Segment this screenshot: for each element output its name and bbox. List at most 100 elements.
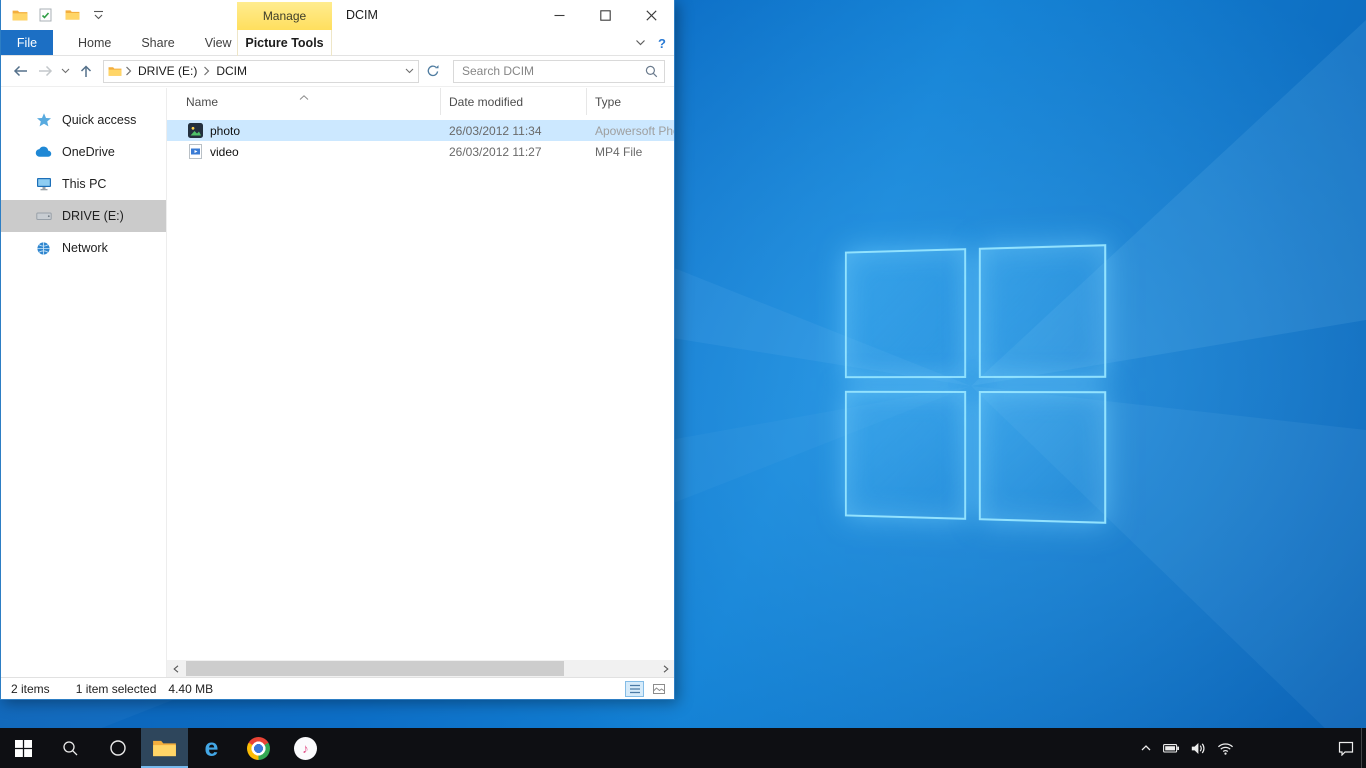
search-input[interactable]: [462, 64, 645, 78]
address-dropdown-icon[interactable]: [400, 68, 418, 74]
music-note: ♪: [302, 741, 309, 756]
breadcrumb-dcim[interactable]: DCIM: [210, 64, 253, 78]
ribbon-right-controls: ?: [635, 30, 666, 56]
sidebar-item-network[interactable]: Network: [1, 232, 166, 264]
sidebar-item-this-pc[interactable]: This PC: [1, 168, 166, 200]
chrome-circle: [247, 737, 270, 760]
new-folder-icon[interactable]: [63, 4, 81, 26]
sort-ascending-icon: [299, 89, 309, 103]
itunes-icon[interactable]: ♪: [282, 728, 329, 768]
up-button[interactable]: [73, 58, 98, 84]
monitor-icon: [35, 176, 52, 193]
tab-picture-tools[interactable]: Picture Tools: [237, 30, 332, 56]
sidebar-item-onedrive[interactable]: OneDrive: [1, 136, 166, 168]
action-center-icon[interactable]: [1338, 728, 1354, 768]
help-icon[interactable]: ?: [658, 36, 666, 51]
volume-icon[interactable]: [1191, 742, 1206, 755]
video-file-icon: [187, 144, 203, 160]
back-button[interactable]: [8, 58, 33, 84]
show-desktop-button[interactable]: [1361, 728, 1366, 768]
battery-icon[interactable]: [1163, 743, 1180, 754]
sidebar-item-drive-e[interactable]: DRIVE (E:): [1, 200, 166, 232]
customize-quick-access-icon[interactable]: [89, 4, 107, 26]
selection-size: 4.40 MB: [168, 682, 213, 696]
address-bar[interactable]: DRIVE (E:) DCIM: [103, 60, 419, 83]
close-button[interactable]: [628, 0, 674, 30]
title-bar[interactable]: Manage DCIM: [1, 0, 674, 30]
system-tray: [1140, 728, 1234, 768]
ie-letter: e: [205, 736, 219, 761]
manage-label: Manage: [263, 9, 306, 23]
sidebar-item-label: Network: [62, 241, 108, 255]
properties-icon[interactable]: [37, 4, 55, 26]
sidebar-item-label: OneDrive: [62, 145, 115, 159]
breadcrumb-separator-icon: [122, 66, 132, 76]
file-list-area: Name Date modified Type photo: [167, 88, 674, 677]
maximize-button[interactable]: [582, 0, 628, 30]
window-controls: [536, 0, 674, 30]
address-folder-icon: [104, 66, 122, 77]
wifi-icon[interactable]: [1217, 742, 1234, 755]
chrome-icon[interactable]: [235, 728, 282, 768]
search-icon[interactable]: [645, 65, 658, 78]
explorer-folder-icon[interactable]: [11, 4, 29, 26]
taskbar-file-explorer-icon[interactable]: [141, 728, 188, 768]
horizontal-scrollbar[interactable]: [167, 660, 674, 677]
file-date-cell: 26/03/2012 11:27: [441, 145, 587, 159]
column-label: Date modified: [449, 95, 523, 109]
view-toggle-buttons: [625, 681, 668, 697]
file-name: photo: [210, 124, 240, 138]
minimize-button[interactable]: [536, 0, 582, 30]
internet-explorer-icon[interactable]: e: [188, 728, 235, 768]
expand-ribbon-icon[interactable]: [635, 36, 646, 50]
window-body: Quick access OneDrive This PC DRIVE (E:): [1, 88, 674, 677]
file-name-cell: photo: [167, 123, 441, 139]
file-row-photo[interactable]: photo 26/03/2012 11:34 Apowersoft Pho: [167, 120, 674, 141]
photo-file-icon: [187, 123, 203, 139]
recent-locations-dropdown-icon[interactable]: [58, 58, 73, 84]
windows-logo-pane: [978, 244, 1106, 377]
taskbar-search-icon[interactable]: [47, 728, 94, 768]
file-name-cell: video: [167, 144, 441, 160]
scroll-right-icon[interactable]: [657, 660, 674, 677]
sidebar-item-quick-access[interactable]: Quick access: [1, 104, 166, 136]
file-date-cell: 26/03/2012 11:34: [441, 124, 587, 138]
selection-count: 1 item selected: [76, 682, 157, 696]
column-headers: Name Date modified Type: [167, 88, 674, 115]
column-header-date-modified[interactable]: Date modified: [441, 88, 587, 115]
manage-contextual-tab-group[interactable]: Manage: [237, 2, 332, 30]
breadcrumb-drive[interactable]: DRIVE (E:): [132, 64, 203, 78]
forward-button[interactable]: [33, 58, 58, 84]
address-bar-row: DRIVE (E:) DCIM: [1, 56, 674, 87]
scroll-left-icon[interactable]: [167, 660, 184, 677]
sidebar-item-label: Quick access: [62, 113, 136, 127]
file-rows: photo 26/03/2012 11:34 Apowersoft Pho vi…: [167, 115, 674, 660]
details-view-button[interactable]: [625, 681, 644, 697]
sidebar-item-label: This PC: [62, 177, 106, 191]
scrollbar-thumb[interactable]: [186, 661, 564, 676]
windows-logo-pane: [845, 390, 966, 519]
file-type-cell: MP4 File: [587, 145, 674, 159]
windows-logo-wallpaper: [845, 244, 1106, 524]
start-button[interactable]: [0, 728, 47, 768]
sidebar-item-label: DRIVE (E:): [62, 209, 124, 223]
item-count: 2 items: [11, 682, 50, 696]
scrollbar-track[interactable]: [184, 660, 657, 677]
file-type-cell: Apowersoft Pho: [587, 124, 674, 138]
taskbar: e ♪: [0, 728, 1366, 768]
tab-file[interactable]: File: [1, 30, 53, 55]
ribbon-tab-row: File Home Share View Picture Tools ?: [1, 30, 674, 56]
quick-access-star-icon: [35, 112, 52, 129]
navigation-pane: Quick access OneDrive This PC DRIVE (E:): [1, 88, 167, 677]
column-header-name[interactable]: Name: [167, 88, 441, 115]
tray-chevron-up-icon[interactable]: [1140, 743, 1152, 753]
file-name: video: [210, 145, 239, 159]
refresh-icon[interactable]: [421, 59, 445, 83]
thumbnails-view-button[interactable]: [649, 681, 668, 697]
quick-access-toolbar: [1, 4, 107, 26]
column-header-type[interactable]: Type: [587, 88, 674, 115]
tab-home[interactable]: Home: [63, 30, 126, 55]
tab-share[interactable]: Share: [126, 30, 189, 55]
file-row-video[interactable]: video 26/03/2012 11:27 MP4 File: [167, 141, 674, 162]
cortana-icon[interactable]: [94, 728, 141, 768]
